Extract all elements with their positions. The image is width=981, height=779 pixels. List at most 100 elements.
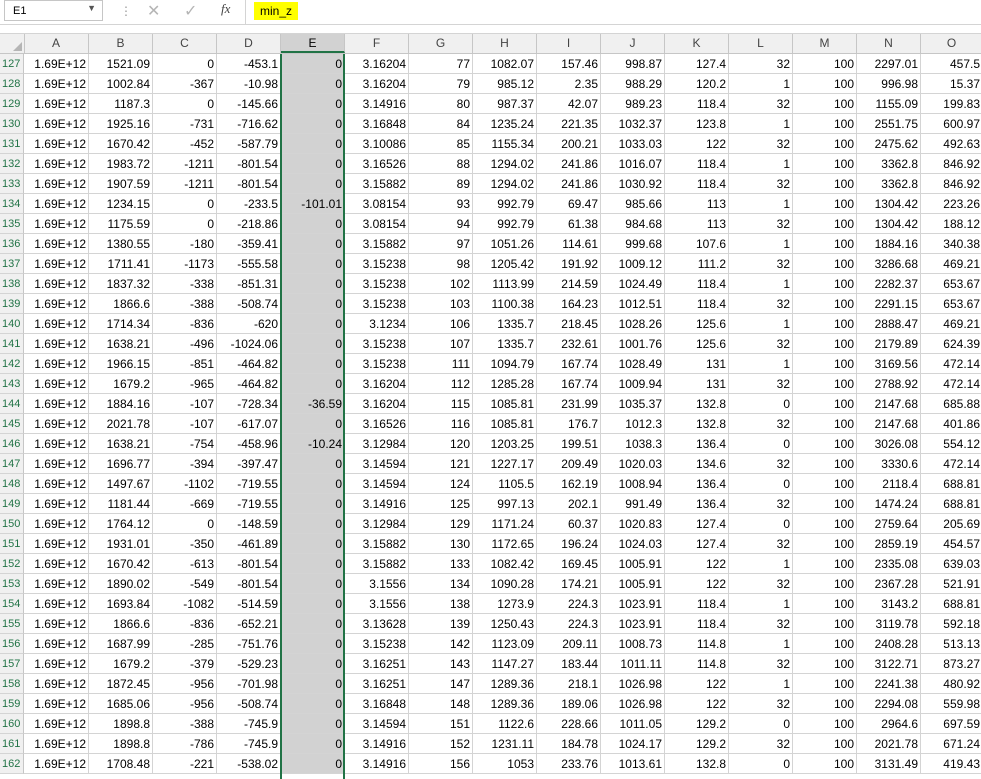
cell-b134[interactable]: 1234.15 — [89, 194, 153, 214]
cell-c137[interactable]: -1173 — [153, 254, 217, 274]
cell-n137[interactable]: 3286.68 — [857, 254, 921, 274]
cell-b140[interactable]: 1714.34 — [89, 314, 153, 334]
cell-e127[interactable]: 0 — [281, 54, 345, 74]
cell-i156[interactable]: 209.11 — [537, 634, 601, 654]
cell-i142[interactable]: 167.74 — [537, 354, 601, 374]
cell-a148[interactable]: 1.69E+12 — [24, 474, 89, 494]
cell-h138[interactable]: 1113.99 — [473, 274, 537, 294]
cell-f149[interactable]: 3.14916 — [345, 494, 409, 514]
cell-f153[interactable]: 3.1556 — [345, 574, 409, 594]
cell-k137[interactable]: 111.2 — [665, 254, 729, 274]
cell-n158[interactable]: 2241.38 — [857, 674, 921, 694]
cell-g129[interactable]: 80 — [409, 94, 473, 114]
cell-f142[interactable]: 3.15238 — [345, 354, 409, 374]
cell-o156[interactable]: 513.13 — [921, 634, 981, 654]
cell-b157[interactable]: 1679.2 — [89, 654, 153, 674]
cell-a152[interactable]: 1.69E+12 — [24, 554, 89, 574]
row-header[interactable]: 160 — [0, 714, 24, 734]
cell-m140[interactable]: 100 — [793, 314, 857, 334]
cell-b153[interactable]: 1890.02 — [89, 574, 153, 594]
cell-n129[interactable]: 1155.09 — [857, 94, 921, 114]
cell-n161[interactable]: 2021.78 — [857, 734, 921, 754]
cell-k139[interactable]: 118.4 — [665, 294, 729, 314]
cell-l162[interactable]: 0 — [729, 754, 793, 774]
cell-o157[interactable]: 873.27 — [921, 654, 981, 674]
cell-k147[interactable]: 134.6 — [665, 454, 729, 474]
insert-function-icon[interactable]: fx — [221, 1, 230, 17]
cell-a142[interactable]: 1.69E+12 — [24, 354, 89, 374]
cell-m149[interactable]: 100 — [793, 494, 857, 514]
cell-i155[interactable]: 224.3 — [537, 614, 601, 634]
cell-f127[interactable]: 3.16204 — [345, 54, 409, 74]
cell-i143[interactable]: 167.74 — [537, 374, 601, 394]
cell-o146[interactable]: 554.12 — [921, 434, 981, 454]
cell-h139[interactable]: 1100.38 — [473, 294, 537, 314]
cell-h156[interactable]: 1123.09 — [473, 634, 537, 654]
cell-c147[interactable]: -394 — [153, 454, 217, 474]
cell-a135[interactable]: 1.69E+12 — [24, 214, 89, 234]
cell-g130[interactable]: 84 — [409, 114, 473, 134]
cell-n157[interactable]: 3122.71 — [857, 654, 921, 674]
cell-o137[interactable]: 469.21 — [921, 254, 981, 274]
cell-e142[interactable]: 0 — [281, 354, 345, 374]
cell-n151[interactable]: 2859.19 — [857, 534, 921, 554]
cell-n128[interactable]: 996.98 — [857, 74, 921, 94]
cell-c128[interactable]: -367 — [153, 74, 217, 94]
cell-i158[interactable]: 218.1 — [537, 674, 601, 694]
cell-m136[interactable]: 100 — [793, 234, 857, 254]
cell-o131[interactable]: 492.63 — [921, 134, 981, 154]
cell-b152[interactable]: 1670.42 — [89, 554, 153, 574]
cell-e136[interactable]: 0 — [281, 234, 345, 254]
cell-j156[interactable]: 1008.73 — [601, 634, 665, 654]
cell-a155[interactable]: 1.69E+12 — [24, 614, 89, 634]
cell-e139[interactable]: 0 — [281, 294, 345, 314]
cell-k142[interactable]: 131 — [665, 354, 729, 374]
cell-f158[interactable]: 3.16251 — [345, 674, 409, 694]
cell-k127[interactable]: 127.4 — [665, 54, 729, 74]
cell-n144[interactable]: 2147.68 — [857, 394, 921, 414]
cell-f155[interactable]: 3.13628 — [345, 614, 409, 634]
cell-j132[interactable]: 1016.07 — [601, 154, 665, 174]
cell-f162[interactable]: 3.14916 — [345, 754, 409, 774]
cell-n133[interactable]: 3362.8 — [857, 174, 921, 194]
cell-d143[interactable]: -464.82 — [217, 374, 281, 394]
cell-d131[interactable]: -587.79 — [217, 134, 281, 154]
cell-n146[interactable]: 3026.08 — [857, 434, 921, 454]
cell-d157[interactable]: -529.23 — [217, 654, 281, 674]
cell-j146[interactable]: 1038.3 — [601, 434, 665, 454]
cell-m161[interactable]: 100 — [793, 734, 857, 754]
column-header-i[interactable]: I — [537, 34, 601, 53]
cell-b161[interactable]: 1898.8 — [89, 734, 153, 754]
cell-k143[interactable]: 131 — [665, 374, 729, 394]
cell-e140[interactable]: 0 — [281, 314, 345, 334]
cell-c130[interactable]: -731 — [153, 114, 217, 134]
cell-c140[interactable]: -836 — [153, 314, 217, 334]
cell-g146[interactable]: 120 — [409, 434, 473, 454]
cell-j151[interactable]: 1024.03 — [601, 534, 665, 554]
cell-j155[interactable]: 1023.91 — [601, 614, 665, 634]
cell-d138[interactable]: -851.31 — [217, 274, 281, 294]
cell-j154[interactable]: 1023.91 — [601, 594, 665, 614]
cell-e149[interactable]: 0 — [281, 494, 345, 514]
cell-o138[interactable]: 653.67 — [921, 274, 981, 294]
cell-g157[interactable]: 143 — [409, 654, 473, 674]
cell-f147[interactable]: 3.14594 — [345, 454, 409, 474]
cell-j159[interactable]: 1026.98 — [601, 694, 665, 714]
cell-i133[interactable]: 241.86 — [537, 174, 601, 194]
cell-h159[interactable]: 1289.36 — [473, 694, 537, 714]
cell-g142[interactable]: 111 — [409, 354, 473, 374]
cell-h135[interactable]: 992.79 — [473, 214, 537, 234]
cell-c145[interactable]: -107 — [153, 414, 217, 434]
cell-k157[interactable]: 114.8 — [665, 654, 729, 674]
cell-b155[interactable]: 1866.6 — [89, 614, 153, 634]
cell-a161[interactable]: 1.69E+12 — [24, 734, 89, 754]
cell-f140[interactable]: 3.1234 — [345, 314, 409, 334]
cell-l150[interactable]: 0 — [729, 514, 793, 534]
column-header-o[interactable]: O — [921, 34, 981, 53]
cell-j142[interactable]: 1028.49 — [601, 354, 665, 374]
row-header[interactable]: 131 — [0, 134, 24, 154]
cell-b158[interactable]: 1872.45 — [89, 674, 153, 694]
cell-a127[interactable]: 1.69E+12 — [24, 54, 89, 74]
cell-g137[interactable]: 98 — [409, 254, 473, 274]
cell-d153[interactable]: -801.54 — [217, 574, 281, 594]
